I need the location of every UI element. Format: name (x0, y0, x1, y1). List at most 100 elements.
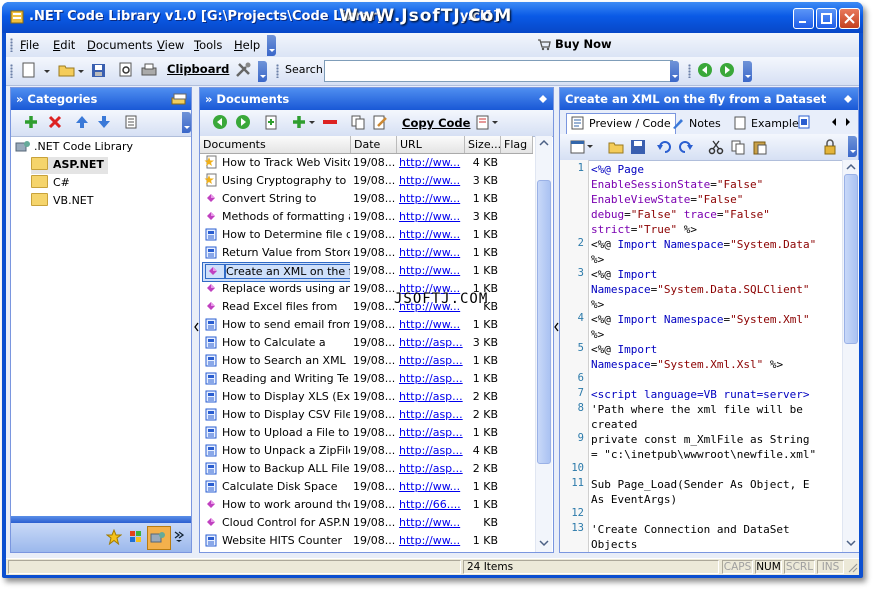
doc-name-cell[interactable]: Read Excel files from (202, 298, 350, 316)
back-icon[interactable] (696, 61, 714, 81)
chevron-down-icon[interactable] (308, 116, 316, 132)
doc-url-link[interactable]: http://ww... (399, 316, 463, 334)
view-options-icon[interactable] (475, 114, 491, 130)
back-icon[interactable] (212, 114, 228, 130)
tab-scroll-left-icon[interactable] (830, 117, 838, 127)
toolbar-overflow-button[interactable] (258, 61, 267, 82)
doc-name-cell[interactable]: Reading and Writing Te... (202, 370, 350, 388)
search-input[interactable] (324, 60, 673, 82)
doc-name-cell[interactable]: How to Display CSV File (202, 406, 350, 424)
doc-name-cell[interactable]: How to work around the (202, 496, 350, 514)
favorites-star-icon[interactable] (106, 529, 122, 545)
close-button[interactable] (839, 8, 860, 29)
doc-url-link[interactable]: http://ww... (399, 154, 463, 172)
chevron-down-icon[interactable] (586, 142, 594, 158)
editor-view-icon[interactable] (570, 139, 586, 155)
doc-name-cell[interactable]: How to Determine file d... (202, 226, 350, 244)
table-row[interactable]: How to Determine file d... 19/08... http:/… (200, 226, 533, 244)
tools-icon[interactable] (234, 61, 254, 81)
pane-options-icon[interactable] (539, 95, 547, 103)
chevron-down-icon[interactable] (77, 62, 85, 82)
doc-url-link[interactable]: http://66.... (399, 496, 463, 514)
doc-name-cell[interactable]: Website HITS Counter (202, 532, 350, 550)
code-editor[interactable]: 1 2 3 4 5 6 7 8 9 10 11 12 13 <%@ Page EnableSessionS… (560, 160, 842, 552)
editor-overflow-button[interactable] (848, 136, 857, 157)
attachment-tab-icon[interactable] (797, 115, 811, 129)
doc-name-cell[interactable]: Replace words using an (202, 280, 350, 298)
search-overflow-button[interactable] (670, 61, 679, 82)
tree-root[interactable]: .NET Code Library (15, 139, 133, 156)
save-icon[interactable] (630, 139, 646, 155)
doc-url-link[interactable]: http://asp... (399, 406, 463, 424)
scroll-up-icon[interactable] (846, 163, 856, 171)
clipboard-button[interactable]: Clipboard (167, 62, 229, 76)
table-row[interactable]: Website HITS Counter 19/08... http://ww...… (200, 532, 533, 550)
copy-icon[interactable] (730, 139, 746, 155)
table-row[interactable]: Create an XML on the fly 19/08... http://w… (200, 262, 533, 282)
toolbar-grip[interactable] (10, 64, 13, 78)
navpane-splitter[interactable] (11, 516, 191, 523)
add-category-icon[interactable] (23, 114, 39, 130)
menu-documents[interactable]: Documents (87, 38, 153, 52)
delete-category-icon[interactable] (47, 114, 63, 130)
doc-url-link[interactable]: http://asp... (399, 334, 463, 352)
forward-icon[interactable] (235, 114, 251, 130)
toolbar-grip[interactable] (688, 64, 691, 78)
doc-url-link[interactable]: http://ww... (399, 244, 463, 262)
doc-url-link[interactable]: http://asp... (399, 424, 463, 442)
lock-icon[interactable] (822, 139, 838, 155)
chevron-down-icon[interactable] (43, 62, 51, 82)
pane-options-icon[interactable] (844, 95, 852, 103)
menu-overflow-button[interactable] (267, 35, 276, 56)
scroll-down-icon[interactable] (539, 539, 549, 547)
doc-name-cell[interactable]: How to Upload a File to a (202, 424, 350, 442)
table-row[interactable]: How to Calculate a 19/08... http://asp... 3… (200, 334, 533, 352)
column-flag[interactable]: Flag (501, 136, 533, 153)
windows-flag-icon[interactable] (128, 529, 144, 545)
categories-view-button[interactable] (147, 526, 171, 550)
doc-name-cell[interactable]: How to Unpack a ZipFile ... (202, 442, 350, 460)
title-bar[interactable]: .NET Code Library v1.0 [G:\Projects\Code… (2, 2, 863, 33)
doc-url-link[interactable]: http://ww... (399, 532, 463, 550)
chevron-down-icon[interactable] (491, 116, 499, 132)
tree-item-csharp[interactable]: C# (31, 175, 70, 192)
table-row[interactable]: Reading and Writing Te... 19/08... http://… (200, 370, 533, 388)
menu-help[interactable]: Help (234, 38, 260, 52)
doc-name-cell[interactable]: How to Backup ALL Files (202, 460, 350, 478)
documents-scrollbar[interactable] (535, 136, 552, 552)
copy-code-button[interactable]: Copy Code (402, 116, 470, 130)
table-row[interactable]: Cloud Control for ASP.N... 19/08... http:/… (200, 514, 533, 532)
doc-name-cell[interactable]: Return Value from Store... (202, 244, 350, 262)
move-up-icon[interactable] (74, 114, 90, 130)
paste-icon[interactable] (752, 139, 768, 155)
chevron-more-icon[interactable] (174, 531, 184, 543)
doc-url-link[interactable]: http://ww... (399, 226, 463, 244)
doc-url-link[interactable]: http://asp... (399, 370, 463, 388)
doc-name-cell[interactable]: Methods of formatting a... (202, 208, 350, 226)
move-down-icon[interactable] (96, 114, 112, 130)
table-row[interactable]: Return Value from Store...19/08...http:/… (200, 244, 533, 262)
doc-url-link[interactable]: http://ww... (399, 172, 463, 190)
print-icon[interactable] (140, 61, 158, 81)
table-row[interactable]: How to Upload a File to a 19/08... http://… (200, 424, 533, 442)
properties-icon[interactable] (124, 114, 140, 130)
buy-now-link[interactable]: Buy Now (555, 37, 612, 51)
categories-overflow-button[interactable] (182, 112, 191, 133)
add-document-icon[interactable] (291, 114, 307, 130)
table-row[interactable]: How to work around the 19/08... http://66.… (200, 496, 533, 514)
copy-icon[interactable] (350, 114, 366, 130)
tab-notes[interactable]: Notes (666, 113, 726, 135)
doc-name-cell[interactable]: Calculate Disk Space (202, 478, 350, 496)
table-row[interactable]: How to Track Web Visito...19/08...http:/… (200, 154, 533, 172)
scroll-thumb[interactable] (844, 174, 858, 344)
doc-name-cell[interactable]: How to Display XLS (Exc... (202, 388, 350, 406)
menu-file[interactable]: File (20, 38, 39, 52)
doc-url-link[interactable]: http://asp... (399, 388, 463, 406)
table-row[interactable]: Methods of formatting a...19/08...http:/… (200, 208, 533, 226)
table-row[interactable]: How to Backup ALL Files 19/08... http://as… (200, 460, 533, 478)
code-scrollbar[interactable] (842, 160, 859, 552)
doc-name-cell[interactable]: How to Track Web Visito... (202, 154, 350, 172)
undo-icon[interactable] (656, 139, 672, 155)
resize-grip-icon[interactable] (846, 561, 858, 573)
menu-view[interactable]: View (157, 38, 184, 52)
